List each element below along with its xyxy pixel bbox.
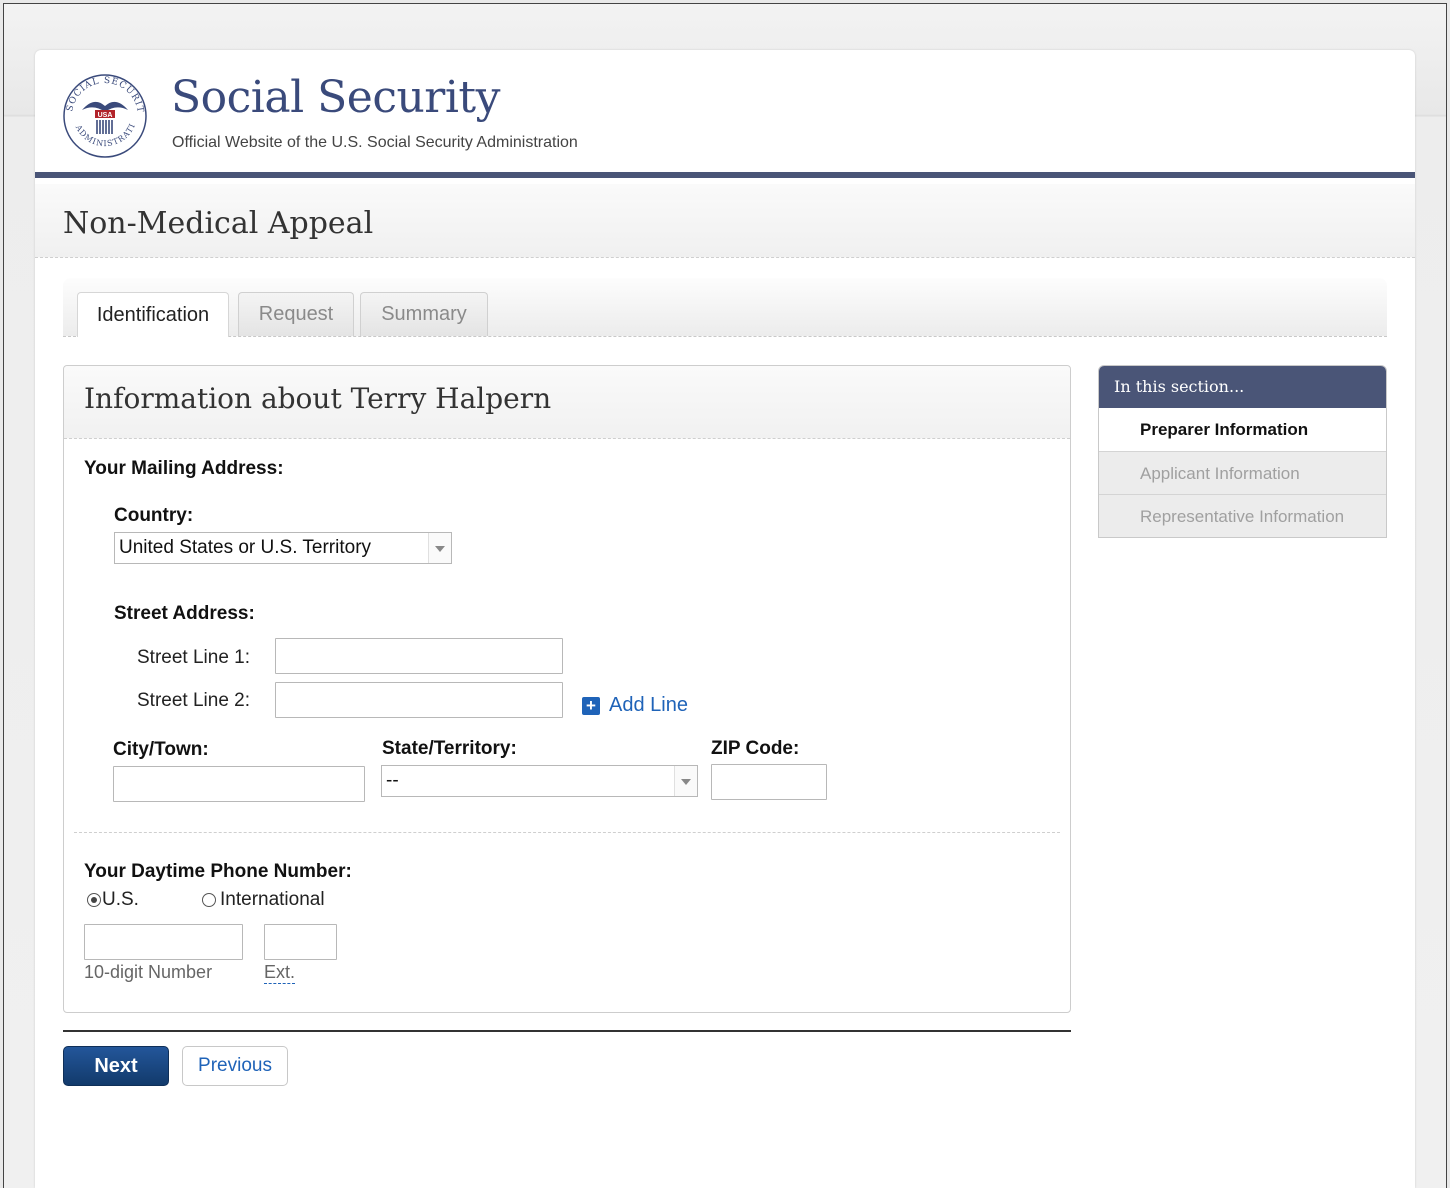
radio-us-label[interactable]: U.S. xyxy=(102,889,139,911)
sidebar-item-representative[interactable]: Representative Information xyxy=(1099,494,1386,537)
site-title[interactable]: Social Security xyxy=(171,72,500,123)
tab-summary[interactable]: Summary xyxy=(360,292,488,336)
add-line-button[interactable]: + Add Line xyxy=(582,694,688,717)
country-select[interactable]: United States or U.S. Territory xyxy=(114,532,452,564)
phone-number-input[interactable] xyxy=(84,924,243,960)
ssa-seal-logo[interactable]: SOCIAL SECURITY ADMINISTRATION USA xyxy=(60,72,150,160)
previous-button[interactable]: Previous xyxy=(182,1046,288,1086)
site-subtitle: Official Website of the U.S. Social Secu… xyxy=(172,134,578,151)
street-line-2-label: Street Line 2: xyxy=(137,690,251,711)
street-line-2-input[interactable] xyxy=(275,682,563,718)
page-title: Non-Medical Appeal xyxy=(63,206,374,241)
chevron-down-icon xyxy=(428,533,451,563)
radio-international[interactable] xyxy=(202,893,216,907)
street-line-1-input[interactable] xyxy=(275,638,563,674)
country-select-value: United States or U.S. Territory xyxy=(119,537,372,558)
page-container: SOCIAL SECURITY ADMINISTRATION USA Socia… xyxy=(35,50,1415,1188)
tab-identification[interactable]: Identification xyxy=(77,292,229,337)
zip-input[interactable] xyxy=(711,764,827,800)
street-line-1-label: Street Line 1: xyxy=(137,647,251,668)
sidebar-heading: In this section... xyxy=(1099,366,1386,408)
chevron-down-icon xyxy=(674,766,697,796)
state-select-value: -- xyxy=(386,770,399,791)
country-label: Country: xyxy=(114,505,194,526)
form-panel: Information about Terry Halpern Your Mai… xyxy=(63,365,1071,1013)
panel-header: Information about Terry Halpern xyxy=(64,366,1070,439)
tab-bar: Identification Request Summary xyxy=(63,278,1387,337)
radio-international-label[interactable]: International xyxy=(220,889,325,911)
next-button[interactable]: Next xyxy=(63,1046,169,1086)
tab-request[interactable]: Request xyxy=(238,292,354,336)
radio-us[interactable] xyxy=(87,893,101,907)
city-input[interactable] xyxy=(113,766,365,802)
state-select[interactable]: -- xyxy=(381,765,698,797)
zip-label: ZIP Code: xyxy=(711,738,800,759)
ext-hint[interactable]: Ext. xyxy=(264,962,296,984)
section-sidebar: In this section... Preparer Information … xyxy=(1098,365,1387,538)
phone-number-hint: 10-digit Number xyxy=(84,962,213,982)
section-divider xyxy=(74,832,1060,833)
state-label: State/Territory: xyxy=(382,738,517,759)
page-title-bar: Non-Medical Appeal xyxy=(35,184,1415,258)
site-header: SOCIAL SECURITY ADMINISTRATION USA Socia… xyxy=(35,50,1415,178)
city-label: City/Town: xyxy=(113,739,209,760)
panel-title: Information about Terry Halpern xyxy=(84,382,552,415)
phone-ext-input[interactable] xyxy=(264,924,337,960)
mailing-address-heading: Your Mailing Address: xyxy=(84,458,284,479)
form-bottom-rule xyxy=(63,1030,1071,1032)
add-line-label: Add Line xyxy=(609,694,688,716)
plus-icon: + xyxy=(582,696,600,715)
sidebar-item-preparer[interactable]: Preparer Information xyxy=(1099,408,1386,451)
sidebar-item-applicant[interactable]: Applicant Information xyxy=(1099,451,1386,494)
phone-heading: Your Daytime Phone Number: xyxy=(84,861,352,882)
svg-text:USA: USA xyxy=(98,112,113,119)
street-address-label: Street Address: xyxy=(114,603,255,624)
